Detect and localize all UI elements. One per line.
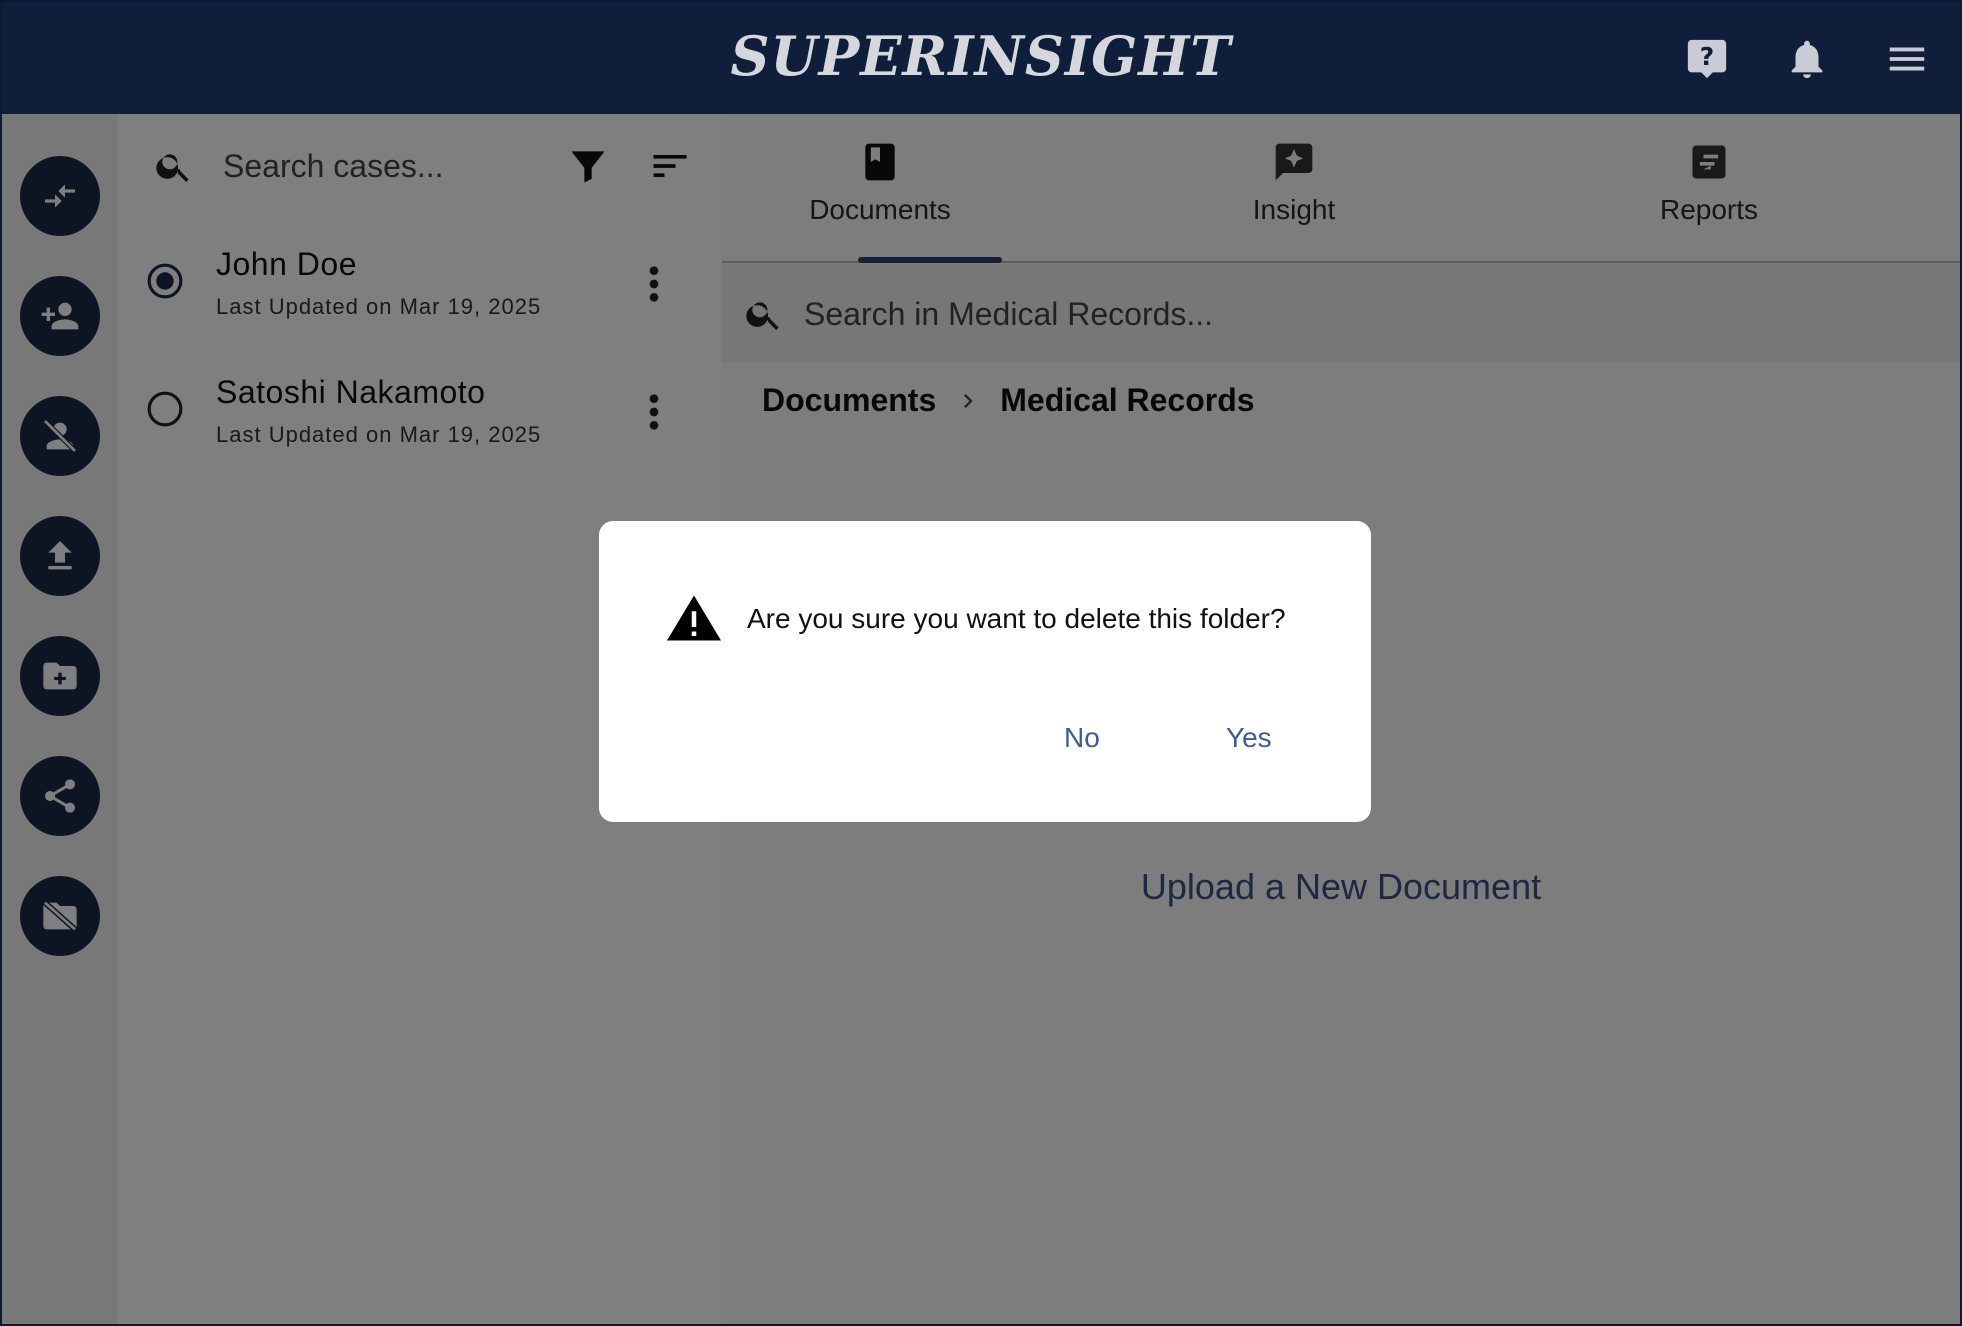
app-window: SUPERINSIGHT ? Are you sure you want to … xyxy=(0,0,1962,1326)
menu-icon[interactable] xyxy=(1884,36,1930,82)
no-button[interactable]: No xyxy=(1058,721,1106,755)
warning-icon xyxy=(667,595,721,641)
svg-text:?: ? xyxy=(1700,42,1714,71)
notifications-icon[interactable] xyxy=(1784,36,1830,82)
yes-button[interactable]: Yes xyxy=(1220,721,1278,755)
brand-logo: SUPERINSIGHT xyxy=(730,24,1232,88)
dialog-message: Are you sure you want to delete this fol… xyxy=(747,603,1286,634)
confirm-delete-dialog: Are you sure you want to delete this fol… xyxy=(599,521,1371,822)
top-bar: SUPERINSIGHT ? xyxy=(2,2,1960,114)
help-icon[interactable]: ? xyxy=(1684,36,1730,82)
